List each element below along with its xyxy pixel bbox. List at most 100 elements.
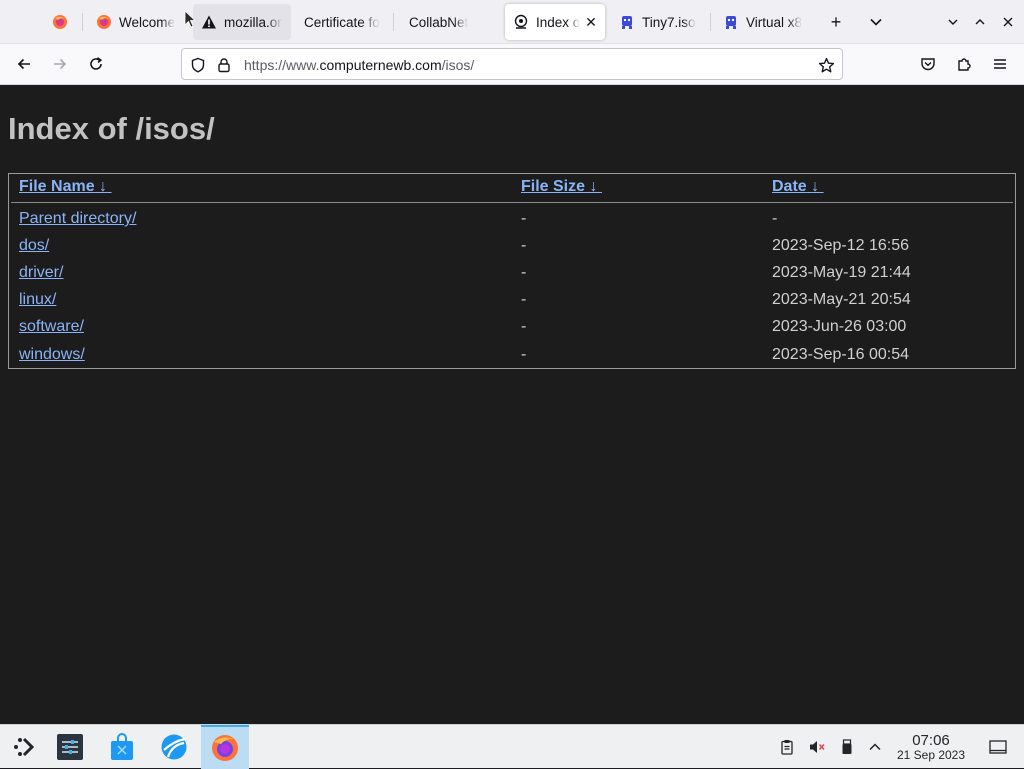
file-date: - [772, 210, 778, 227]
close-icon [1003, 17, 1013, 27]
tab-separator [82, 13, 83, 31]
pocket-icon [921, 58, 935, 71]
tab-separator [393, 13, 394, 31]
lock-icon[interactable] [215, 56, 233, 74]
invader-icon [723, 14, 739, 30]
extensions-button[interactable] [950, 50, 978, 78]
tab-label: mozilla.or [224, 14, 282, 30]
directory-link-linux[interactable]: linux/ [19, 291, 56, 309]
taskbar-web-browser[interactable] [150, 725, 198, 769]
file-size: - [521, 264, 527, 281]
tab-label: Welcome [119, 14, 176, 30]
firefox-icon [52, 14, 68, 30]
tab-label: CollabNet [409, 14, 469, 30]
tab-virtual-x86[interactable]: Virtual x8 [715, 4, 811, 40]
volume-muted-icon[interactable] [807, 737, 827, 757]
directory-link-dos[interactable]: dos/ [19, 237, 49, 255]
file-date: 2023-Jun-26 03:00 [772, 318, 907, 335]
taskbar-firefox[interactable] [201, 725, 249, 769]
taskbar-discover-store[interactable] [98, 725, 146, 769]
url-prefix: https://www. [244, 57, 320, 73]
tab-label: Certificate fo [304, 14, 380, 30]
tab-collabnet[interactable]: CollabNet [401, 4, 497, 40]
chevron-up-icon[interactable] [865, 737, 885, 757]
file-size: - [521, 237, 527, 254]
removable-device-icon[interactable] [837, 737, 857, 757]
clock-time[interactable]: 07:06 [895, 732, 967, 749]
sort-arrow-icon: ↓ [589, 178, 598, 195]
file-date: 2023-May-21 20:54 [772, 291, 911, 308]
clock-date[interactable]: 21 Sep 2023 [889, 748, 973, 762]
file-date: 2023-Sep-12 16:56 [772, 237, 909, 254]
menu-button[interactable] [986, 50, 1014, 78]
bookmark-star-icon[interactable] [817, 56, 835, 74]
file-date: 2023-May-19 21:44 [772, 264, 911, 281]
tab-certificate[interactable]: Certificate fo [296, 4, 392, 40]
directory-link-windows[interactable]: windows/ [19, 346, 85, 364]
tab-strip: Welcome mozilla.or Certificate fo Collab… [0, 0, 1024, 44]
file-size: - [521, 291, 527, 308]
tracking-protection-icon[interactable] [189, 56, 207, 74]
show-desktop-icon[interactable] [988, 737, 1008, 757]
forward-button[interactable] [46, 50, 74, 78]
page-title: Index of /isos/ [8, 111, 215, 146]
column-header-file-size[interactable]: File Size ↓ [521, 178, 602, 200]
settings-icon [57, 734, 83, 760]
taskbar-system-settings[interactable] [46, 725, 94, 769]
sort-arrow-icon: ↓ [99, 178, 108, 195]
tab-separator [710, 13, 711, 31]
sort-arrow-icon: ↓ [811, 178, 820, 195]
launcher-icon [14, 737, 35, 757]
table-row: windows/ - 2023-Sep-16 00:54 [9, 342, 1015, 369]
pocket-button[interactable] [914, 50, 942, 78]
reload-icon [90, 57, 103, 70]
minimize-button[interactable] [939, 8, 967, 36]
page-content: Index of /isos/ File Name ↓ File Size ↓ … [0, 85, 1024, 724]
table-row: linux/ - 2023-May-21 20:54 [9, 287, 1015, 314]
tab-index-isos[interactable]: Index o ✕ [505, 4, 605, 40]
tab-label: Virtual x8 [746, 14, 803, 30]
chevron-up-icon [975, 19, 985, 25]
close-tab-icon[interactable]: ✕ [583, 14, 599, 30]
table-row: Parent directory/ - - [9, 206, 1015, 233]
table-row: software/ - 2023-Jun-26 03:00 [9, 314, 1015, 341]
directory-link-software[interactable]: software/ [19, 318, 84, 336]
url-text[interactable]: https://www.computernewb.com/isos/ [244, 57, 474, 73]
header-divider [11, 202, 1013, 203]
url-path: /isos/ [441, 57, 475, 73]
file-size: - [521, 346, 527, 363]
chevron-down-icon [870, 18, 882, 26]
file-size: - [521, 210, 527, 227]
column-header-file-name[interactable]: File Name ↓ [19, 178, 112, 200]
url-host: computernewb.com [319, 57, 442, 73]
file-date: 2023-Sep-16 00:54 [772, 346, 909, 363]
back-button[interactable] [10, 50, 38, 78]
maximize-button[interactable] [966, 8, 994, 36]
store-bag-icon [111, 733, 133, 760]
application-launcher-button[interactable] [0, 725, 48, 769]
file-listing-table: File Name ↓ File Size ↓ Date ↓ Parent di… [8, 173, 1016, 369]
parent-directory-link[interactable]: Parent directory/ [19, 210, 136, 228]
mouse-cursor-icon [184, 10, 196, 28]
tab-mozilla[interactable]: mozilla.or [193, 4, 291, 40]
firefox-icon [212, 735, 238, 761]
table-row: dos/ - 2023-Sep-12 16:56 [9, 233, 1015, 260]
new-tab-button[interactable]: + [822, 8, 850, 36]
tab-label: Index o [536, 14, 581, 30]
column-header-date[interactable]: Date ↓ [772, 178, 824, 200]
clipboard-icon[interactable] [777, 737, 797, 757]
taskbar: 07:06 21 Sep 2023 [0, 724, 1024, 769]
page-icon [513, 14, 529, 30]
invader-icon [619, 14, 635, 30]
list-tabs-button[interactable] [862, 8, 890, 36]
back-arrow-icon [17, 58, 30, 70]
close-window-button[interactable] [994, 8, 1022, 36]
tab-welcome[interactable]: Welcome [88, 4, 180, 40]
url-bar[interactable]: https://www.computernewb.com/isos/ [181, 48, 843, 80]
tab-tiny7[interactable]: Tiny7.iso [611, 4, 709, 40]
table-row: driver/ - 2023-May-19 21:44 [9, 260, 1015, 287]
reload-button[interactable] [82, 50, 110, 78]
tab-pinned-firefox[interactable] [44, 4, 76, 40]
directory-link-driver[interactable]: driver/ [19, 264, 63, 282]
file-size: - [521, 318, 527, 335]
